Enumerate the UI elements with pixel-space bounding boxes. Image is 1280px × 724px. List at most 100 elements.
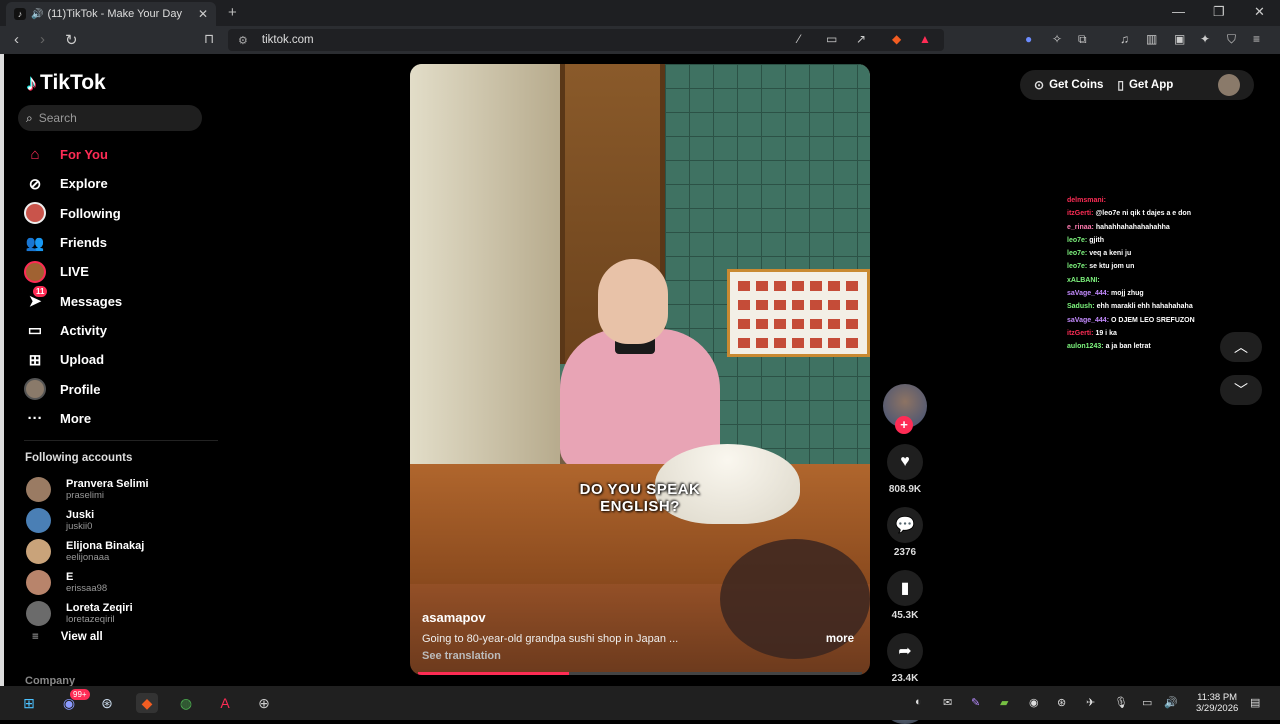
account-item[interactable]: Eerissaa98 (26, 567, 216, 598)
tray-icon[interactable]: ✎ (971, 696, 980, 709)
nav-more[interactable]: ··· More (22, 404, 212, 433)
reload-button[interactable]: ↻ (65, 31, 78, 49)
window-close-button[interactable]: ✕ (1254, 4, 1265, 20)
site-settings-icon[interactable]: ⚙ (238, 34, 248, 47)
cast-icon[interactable]: ▭ (826, 32, 837, 46)
account-item[interactable]: Pranvera Selimi praselimi (26, 474, 216, 505)
get-app-button[interactable]: ▯ Get App (1117, 78, 1173, 92)
comment-icon[interactable]: 💬 (887, 507, 923, 543)
menu-icon[interactable]: ≡ (1253, 32, 1260, 46)
compass-icon: ⊘ (28, 175, 42, 193)
discord-icon[interactable]: ◉ 99+ (58, 689, 90, 713)
account-item[interactable]: Loreta Zeqiri loretazeqiril (26, 598, 216, 629)
nvidia-icon[interactable]: ▰ (1000, 696, 1008, 709)
ai-sparkle-icon[interactable]: ✦ (1200, 32, 1210, 46)
translate-off-icon[interactable]: ⁄ (798, 32, 800, 46)
account-item[interactable]: Elijona Binakaj eelijonaaa (26, 536, 216, 567)
windows-start-icon[interactable]: ⊞ (18, 693, 40, 713)
tray-icon[interactable]: ✈ (1086, 696, 1095, 709)
forward-button[interactable]: › (40, 31, 45, 48)
chat-username[interactable]: itzGerti: (1067, 330, 1093, 337)
steam-tray-icon[interactable]: ⊛ (1057, 696, 1066, 709)
bookmark-icon[interactable]: ⊓ (204, 31, 214, 47)
chat-username[interactable]: leo7e: (1067, 250, 1087, 257)
chat-username[interactable]: Sadush: (1067, 303, 1095, 310)
minimize-button[interactable]: — (1172, 4, 1185, 19)
save-action[interactable]: ▮ 45.3K (882, 570, 928, 621)
bookmark-icon[interactable]: ▮ (887, 570, 923, 606)
nav-for-you[interactable]: ⌂ For You (22, 140, 212, 169)
chat-username[interactable]: itzGerti: (1067, 210, 1093, 217)
sidebar-toggle-icon[interactable]: ▥ (1146, 32, 1157, 46)
previous-video-button[interactable]: ︿ (1220, 332, 1262, 362)
chat-username[interactable]: aulon1243: (1067, 343, 1104, 350)
network-icon[interactable]: ▭ (1142, 696, 1152, 709)
tray-icon[interactable]: ◐ (915, 696, 922, 708)
share-icon[interactable]: ↗ (856, 32, 866, 46)
share-action[interactable]: ➦ 23.4K (882, 633, 928, 684)
chat-username[interactable]: e_rinaa: (1067, 224, 1094, 231)
view-all-button[interactable]: ≡ View all (32, 631, 103, 643)
search-input[interactable]: ⌕ Search (18, 105, 202, 131)
more-button[interactable]: more (826, 633, 854, 645)
adobe-icon[interactable]: A (214, 693, 236, 713)
nav-activity[interactable]: ▭ Activity (22, 316, 212, 345)
chat-username[interactable]: saVage_444: (1067, 290, 1109, 297)
tray-icon[interactable]: ✉ (943, 696, 952, 709)
nav-explore[interactable]: ⊘ Explore (22, 169, 212, 198)
nav-live[interactable]: LIVE (22, 257, 212, 286)
extensions-icon[interactable]: ✧ (1052, 32, 1062, 46)
nav-upload[interactable]: ⊞ Upload (22, 345, 212, 374)
leo-ai-icon[interactable]: ● (1025, 32, 1032, 46)
clock[interactable]: 11:38 PM 3/29/2026 (1196, 692, 1238, 714)
nav-following[interactable]: Following (22, 199, 212, 228)
get-coins-button[interactable]: ⊙ Get Coins (1034, 78, 1103, 92)
creator-avatar[interactable]: + (883, 384, 927, 434)
notification-icon[interactable]: ▤ (1250, 696, 1260, 709)
chat-message: Sadush: ehh marakli ehh hahahahaha (1067, 300, 1267, 313)
chat-username[interactable]: leo7e: (1067, 237, 1087, 244)
next-video-button[interactable]: ﹀ (1220, 375, 1262, 405)
media-icon[interactable]: ♫ (1120, 32, 1129, 46)
maximize-button[interactable]: ❐ (1213, 4, 1225, 20)
chat-username[interactable]: saVage_444: (1067, 317, 1109, 324)
nav-profile[interactable]: Profile (22, 374, 212, 403)
nav-messages[interactable]: ➤ 11 Messages (22, 286, 212, 315)
share-arrow-icon[interactable]: ➦ (887, 633, 923, 669)
home-icon: ⌂ (30, 146, 40, 164)
vpn-shield-icon[interactable]: ⛉ (1227, 32, 1236, 47)
discord-tray-icon[interactable]: ◉ (1029, 696, 1039, 709)
see-translation-link[interactable]: See translation (422, 650, 501, 662)
send-icon: ➤ 11 (22, 286, 48, 312)
brave-shield-icon[interactable]: ◆ (892, 32, 901, 46)
chrome-icon[interactable]: ◍ (175, 693, 197, 713)
wallet-icon[interactable]: ▣ (1174, 32, 1185, 46)
video-player[interactable]: DO YOU SPEAK ENGLISH? asamapov Going to … (410, 64, 870, 675)
comment-action[interactable]: 💬 2376 (882, 507, 928, 558)
browser-tab[interactable]: ♪ 🔊 (11)TikTok - Make Your Day ✕ (6, 2, 216, 26)
video-username[interactable]: asamapov (422, 610, 486, 625)
microphone-icon[interactable]: 🎙 (1114, 696, 1128, 709)
steam-icon[interactable]: ⊛ (96, 693, 118, 713)
account-item[interactable]: Juski juskii0 (26, 505, 216, 536)
back-button[interactable]: ‹ (14, 31, 19, 48)
app-icon[interactable]: ⊕ (253, 693, 275, 713)
chat-username[interactable]: xALBANI: (1067, 277, 1100, 284)
like-count: 808.9K (888, 484, 922, 495)
chat-username[interactable]: delmsmani: (1067, 197, 1106, 204)
like-action[interactable]: ♥ 808.9K (882, 444, 928, 495)
volume-icon[interactable]: 🔊 (1164, 696, 1178, 709)
screenshot-icon[interactable]: ⧉ (1078, 32, 1087, 47)
close-tab-icon[interactable]: ✕ (198, 7, 208, 21)
chat-username[interactable]: leo7e: (1067, 263, 1087, 270)
video-progress-bar[interactable] (418, 672, 862, 675)
follow-plus-icon[interactable]: + (895, 416, 913, 434)
brave-icon[interactable]: ◆ (136, 693, 158, 713)
tiktok-logo[interactable]: ♪ TikTok (26, 70, 106, 96)
nav-friends[interactable]: 👥 Friends (22, 228, 212, 257)
new-tab-button[interactable]: + (228, 4, 237, 21)
user-avatar[interactable] (1218, 74, 1240, 96)
rewards-icon[interactable]: ▲ (919, 32, 931, 46)
speaker-icon[interactable]: 🔊 (31, 9, 43, 20)
heart-icon[interactable]: ♥ (887, 444, 923, 480)
